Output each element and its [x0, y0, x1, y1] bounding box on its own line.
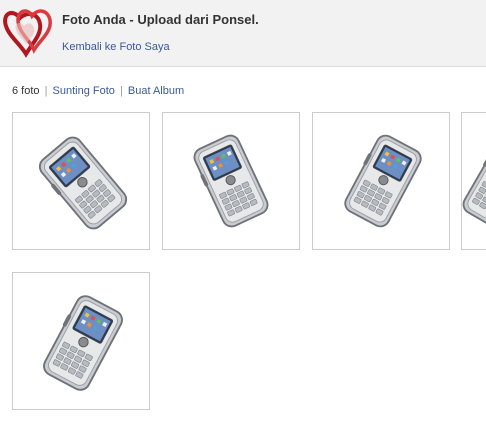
photo-thumbnail-2[interactable]: [162, 112, 300, 250]
photo-thumbnail-5[interactable]: [12, 272, 150, 410]
edit-photos-link[interactable]: Sunting Foto: [53, 85, 115, 97]
photo-image: [33, 132, 131, 235]
page-header: Foto Anda - Upload dari Ponsel. Kembali …: [0, 0, 486, 67]
photo-thumbnail-4[interactable]: [461, 112, 486, 250]
photo-thumbnail-1[interactable]: [12, 112, 150, 250]
photo-toolbar: 6 foto | Sunting Foto | Buat Album: [12, 85, 184, 97]
back-to-photos-link[interactable]: Kembali ke Foto Saya: [62, 41, 170, 53]
photo-image: [462, 132, 486, 233]
photo-image: [38, 290, 127, 395]
photo-image: [339, 130, 425, 231]
hearts-icon[interactable]: [2, 4, 54, 62]
photo-count: 6 foto: [12, 85, 40, 97]
separator: |: [119, 85, 123, 97]
separator: |: [44, 85, 48, 97]
create-album-link[interactable]: Buat Album: [128, 85, 184, 97]
photo-image: [188, 131, 272, 232]
photo-thumbnail-3[interactable]: [312, 112, 450, 250]
page-title: Foto Anda - Upload dari Ponsel.: [62, 12, 259, 27]
